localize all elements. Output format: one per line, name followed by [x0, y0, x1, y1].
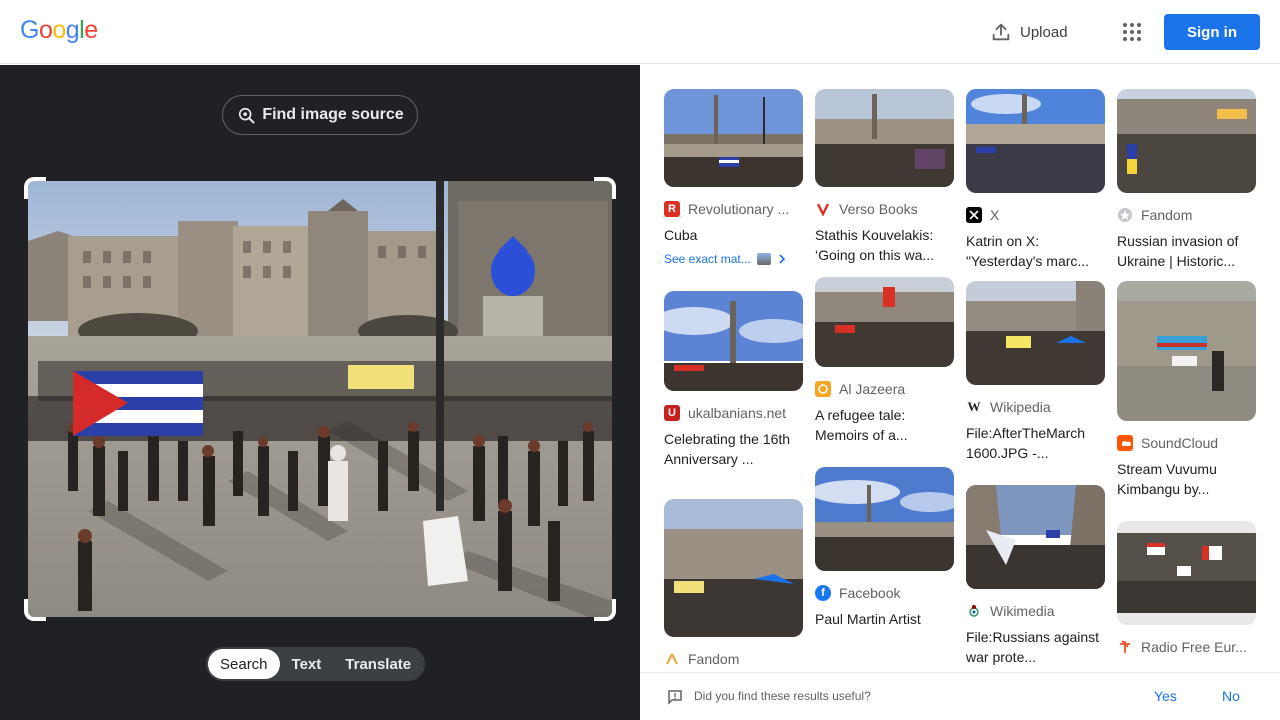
result-title: Cuba	[664, 227, 698, 243]
facebook-icon: f	[815, 585, 831, 601]
result-title: Celebrating the 16th Anniversary ...	[664, 431, 791, 467]
result-thumbnail[interactable]	[966, 281, 1105, 385]
logo-letter: g	[65, 16, 80, 44]
result-card[interactable]: Wikimedia File:Russians against war prot…	[966, 485, 1105, 667]
result-title: File:Russians against war prote...	[966, 629, 1100, 665]
result-source: Facebook	[839, 585, 901, 601]
see-exact-matches-link[interactable]: See exact mat...	[664, 251, 803, 267]
feedback-no-button[interactable]: No	[1222, 688, 1240, 704]
x-icon	[966, 207, 982, 223]
crop-handle-bottom-left[interactable]	[24, 599, 46, 621]
tab-text[interactable]: Text	[280, 649, 334, 679]
query-image-pane: Find image source Search Text Translate	[0, 65, 640, 720]
result-thumbnail[interactable]	[815, 467, 954, 571]
chevron-right-icon	[779, 254, 785, 264]
header: Google Upload Sign in	[0, 0, 1280, 64]
result-title: A refugee tale: Memoirs of a...	[815, 407, 908, 443]
crop-handle-top-left[interactable]	[24, 177, 46, 199]
result-card[interactable]: Al Jazeera A refugee tale: Memoirs of a.…	[815, 277, 954, 445]
radio-free-europe-icon	[1117, 639, 1133, 655]
google-apps-icon[interactable]	[1120, 20, 1144, 44]
result-card[interactable]: X Katrin on X: "Yesterday's marc...	[966, 89, 1105, 271]
result-title: Paul Martin Artist	[815, 611, 921, 627]
result-thumbnail[interactable]	[1117, 281, 1256, 421]
tab-translate[interactable]: Translate	[333, 649, 423, 679]
logo-letter: o	[38, 16, 53, 44]
al-jazeera-icon	[815, 381, 831, 397]
result-thumbnail[interactable]	[664, 499, 803, 637]
soundcloud-icon	[1117, 435, 1133, 451]
result-source: Fandom	[688, 651, 740, 667]
result-source: Wikimedia	[990, 603, 1055, 619]
result-source: SoundCloud	[1141, 435, 1219, 451]
exact-match-thumbnail	[756, 253, 771, 265]
wikipedia-icon: W	[966, 399, 982, 415]
result-card[interactable]: W Wikipedia File:AfterTheMarch 1600.JPG …	[966, 281, 1105, 463]
find-image-source-button[interactable]: Find image source	[222, 95, 418, 135]
verso-books-icon	[815, 201, 831, 217]
result-thumbnail[interactable]	[815, 277, 954, 367]
logo-letter: e	[84, 16, 98, 44]
ukalbanians-icon: U	[664, 405, 680, 421]
cuban-flag	[73, 371, 203, 436]
see-exact-matches-label: See exact mat...	[664, 252, 751, 266]
result-card[interactable]: Verso Books Stathis Kouvelakis: ‘Going o…	[815, 89, 954, 265]
result-thumbnail[interactable]	[1117, 521, 1256, 625]
result-title: Stathis Kouvelakis: ‘Going on this wa...	[815, 227, 935, 263]
result-card[interactable]: f Facebook Paul Martin Artist	[815, 467, 954, 629]
upload-icon	[992, 23, 1010, 41]
upload-button[interactable]: Upload	[990, 18, 1068, 46]
result-card[interactable]: R Revolutionary ... Cuba See exact mat..…	[664, 89, 803, 267]
result-source: ukalbanians.net	[688, 405, 787, 421]
result-source: Verso Books	[839, 201, 918, 217]
result-card[interactable]: Radio Free Eur...	[1117, 521, 1256, 655]
feedback-yes-button[interactable]: Yes	[1154, 688, 1177, 704]
tab-search[interactable]: Search	[208, 649, 280, 679]
crop-handle-top-right[interactable]	[594, 177, 616, 199]
upload-label: Upload	[1020, 23, 1068, 41]
fandom-star-icon	[1117, 207, 1133, 223]
query-photo	[28, 181, 612, 617]
feedback-icon	[668, 690, 682, 705]
crop-handle-bottom-right[interactable]	[594, 599, 616, 621]
result-card[interactable]: U ukalbanians.net Celebrating the 16th A…	[664, 291, 803, 469]
result-title: Russian invasion of Ukraine | Historic..…	[1117, 233, 1239, 269]
result-source: Revolutionary ...	[688, 201, 790, 217]
crop-selection[interactable]	[24, 177, 616, 621]
google-logo[interactable]: Google	[20, 16, 98, 45]
find-image-source-label: Find image source	[262, 106, 404, 123]
result-source: X	[990, 207, 1000, 223]
wikimedia-icon	[966, 603, 982, 619]
mode-tabs: Search Text Translate	[206, 647, 426, 681]
result-title: Katrin on X: "Yesterday's marc...	[966, 233, 1090, 269]
result-source: Fandom	[1141, 207, 1193, 223]
result-title: Stream Vuvumu Kimbangu by...	[1117, 461, 1217, 497]
result-card[interactable]: Fandom	[664, 499, 803, 667]
result-card[interactable]: SoundCloud Stream Vuvumu Kimbangu by...	[1117, 281, 1256, 499]
feedback-bar: Did you find these results useful? Yes N…	[640, 672, 1280, 720]
result-thumbnail[interactable]	[664, 89, 803, 187]
sign-in-button[interactable]: Sign in	[1164, 14, 1260, 50]
result-thumbnail[interactable]	[1117, 89, 1256, 193]
result-thumbnail[interactable]	[966, 485, 1105, 589]
logo-letter: G	[20, 16, 39, 44]
visual-matches: R Revolutionary ... Cuba See exact mat..…	[640, 65, 1280, 675]
feedback-question: Did you find these results useful?	[694, 689, 871, 703]
result-source: Radio Free Eur...	[1141, 639, 1247, 655]
result-thumbnail[interactable]	[815, 89, 954, 187]
result-thumbnail[interactable]	[664, 291, 803, 391]
result-source: Wikipedia	[990, 399, 1051, 415]
revolutionary-site-icon: R	[664, 201, 680, 217]
result-title: File:AfterTheMarch 1600.JPG -...	[966, 425, 1086, 461]
result-source: Al Jazeera	[839, 381, 906, 397]
logo-letter: o	[52, 16, 66, 44]
result-thumbnail[interactable]	[966, 89, 1105, 193]
result-card[interactable]: Fandom Russian invasion of Ukraine | His…	[1117, 89, 1256, 271]
lens-search-icon	[239, 107, 255, 124]
fandom-icon	[664, 651, 680, 667]
